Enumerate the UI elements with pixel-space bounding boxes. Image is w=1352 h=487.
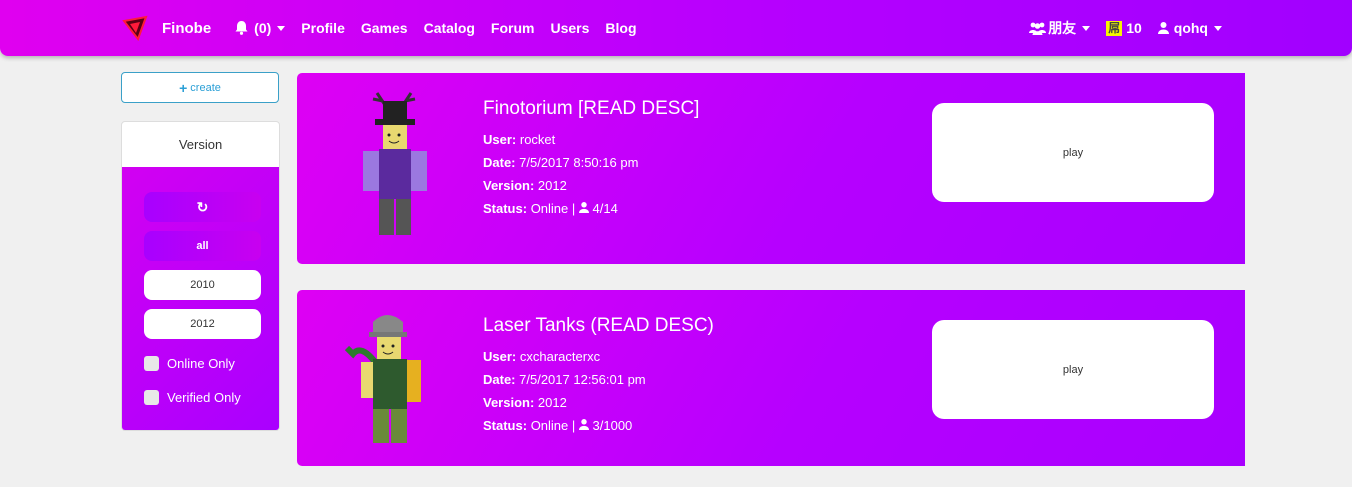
- friends-dropdown[interactable]: 朋友: [1029, 18, 1091, 38]
- game-info: Laser Tanks (READ DESC) User: cxcharacte…: [483, 315, 714, 437]
- refresh-icon: ↻: [196, 198, 209, 215]
- game-user[interactable]: rocket: [520, 132, 555, 147]
- game-title[interactable]: Finotorium [READ DESC]: [483, 98, 699, 120]
- play-button[interactable]: play: [932, 320, 1214, 419]
- users-icon: [1029, 22, 1047, 35]
- notifications-count: (0): [254, 20, 272, 36]
- version-filter-body: ↻ all 2010 2012 Online Only Verified Onl…: [122, 167, 279, 430]
- game-date-line: Date: 7/5/2017 12:56:01 pm: [483, 368, 714, 391]
- nav-link-catalog[interactable]: Catalog: [424, 20, 475, 36]
- user-label: User:: [483, 132, 517, 147]
- version-label: Version:: [483, 178, 535, 193]
- currency-balance[interactable]: 屌 10: [1106, 20, 1142, 36]
- nav-link-profile[interactable]: Profile: [301, 20, 345, 36]
- game-info: Finotorium [READ DESC] User: rocket Date…: [483, 98, 699, 220]
- nav-link-forum[interactable]: Forum: [491, 20, 535, 36]
- user-menu-dropdown[interactable]: qohq: [1157, 20, 1222, 36]
- date-label: Date:: [483, 372, 516, 387]
- nav-link-blog[interactable]: Blog: [605, 20, 636, 36]
- game-card[interactable]: Finotorium [READ DESC] User: rocket Date…: [297, 73, 1245, 264]
- game-thumbnail-avatar[interactable]: [327, 304, 457, 454]
- game-version: 2012: [537, 178, 567, 193]
- status-label: Status:: [483, 418, 528, 433]
- chevron-down-icon: [1214, 25, 1222, 31]
- user-label: User:: [483, 349, 517, 364]
- online-only-label: Online Only: [167, 356, 235, 371]
- game-title[interactable]: Laser Tanks (READ DESC): [483, 315, 714, 337]
- game-version-line: Version: 2012: [483, 391, 714, 414]
- play-button[interactable]: play: [932, 103, 1214, 202]
- user-icon: [578, 419, 589, 430]
- notifications-dropdown[interactable]: (0): [235, 20, 286, 36]
- date-label: Date:: [483, 155, 516, 170]
- version-filter-panel: Version ↻ all 2010 2012 Online Only Veri…: [121, 121, 280, 431]
- online-only-filter[interactable]: Online Only: [144, 356, 235, 371]
- user-icon: [578, 202, 589, 213]
- game-user-line: User: rocket: [483, 128, 699, 151]
- currency-value: 10: [1126, 20, 1142, 36]
- game-version-line: Version: 2012: [483, 174, 699, 197]
- version-2012-button[interactable]: 2012: [144, 309, 261, 339]
- create-label: create: [190, 81, 221, 94]
- finobe-logo-icon[interactable]: [122, 15, 148, 41]
- nav-link-users[interactable]: Users: [550, 20, 589, 36]
- game-user-line: User: cxcharacterxc: [483, 345, 714, 368]
- version-label: Version:: [483, 395, 535, 410]
- game-status-line: Status: Online | 3/1000: [483, 414, 714, 437]
- verified-only-filter[interactable]: Verified Only: [144, 390, 241, 405]
- nav-link-games[interactable]: Games: [361, 20, 408, 36]
- plus-icon: +: [179, 79, 188, 96]
- chevron-down-icon: [1082, 25, 1091, 31]
- game-status: Online |: [530, 201, 576, 216]
- game-date: 7/5/2017 8:50:16 pm: [519, 155, 639, 170]
- game-status: Online |: [530, 418, 576, 433]
- version-heading: Version: [178, 137, 223, 152]
- top-navbar: Finobe (0) Profile Games Catalog Forum U…: [0, 0, 1352, 56]
- game-players: 3/1000: [592, 418, 633, 433]
- bell-icon: [235, 21, 248, 35]
- currency-icon: 屌: [1106, 20, 1123, 36]
- status-label: Status:: [483, 201, 528, 216]
- version-2010-button[interactable]: 2010: [144, 270, 261, 300]
- user-icon: [1157, 22, 1169, 34]
- create-button[interactable]: + create: [121, 72, 279, 103]
- refresh-button[interactable]: ↻: [144, 192, 261, 222]
- username: qohq: [1173, 20, 1208, 36]
- verified-only-checkbox[interactable]: [144, 390, 159, 405]
- game-status-line: Status: Online | 4/14: [483, 197, 699, 220]
- game-version: 2012: [537, 395, 567, 410]
- version-all-button[interactable]: all: [144, 231, 261, 261]
- chevron-down-icon: [277, 25, 286, 31]
- friends-label: 朋友: [1048, 20, 1077, 36]
- game-thumbnail-avatar[interactable]: [327, 91, 457, 241]
- game-card[interactable]: Laser Tanks (READ DESC) User: cxcharacte…: [297, 290, 1245, 466]
- game-players: 4/14: [592, 201, 618, 216]
- online-only-checkbox[interactable]: [144, 356, 159, 371]
- brand-name[interactable]: Finobe: [162, 20, 211, 37]
- game-user[interactable]: cxcharacterxc: [520, 349, 600, 364]
- verified-only-label: Verified Only: [167, 390, 241, 405]
- game-date-line: Date: 7/5/2017 8:50:16 pm: [483, 151, 699, 174]
- game-date: 7/5/2017 12:56:01 pm: [519, 372, 646, 387]
